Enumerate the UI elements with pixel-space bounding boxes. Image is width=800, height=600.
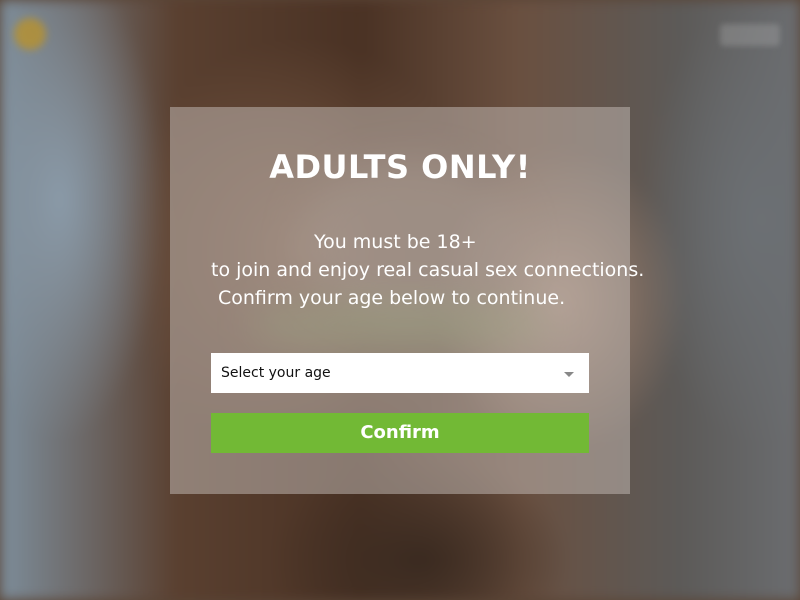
- age-requirement-text: You must be 18+: [314, 231, 477, 253]
- age-select-dropdown[interactable]: Select your age: [211, 353, 589, 393]
- age-gate-page: ADULTS ONLY! You must be 18+ to join and…: [0, 0, 800, 600]
- blurred-header-button: [720, 24, 780, 46]
- join-description-text: to join and enjoy real casual sex connec…: [211, 259, 645, 281]
- modal-title: ADULTS ONLY!: [269, 148, 531, 186]
- confirm-button[interactable]: Confirm: [211, 413, 589, 453]
- logo-icon: [14, 18, 46, 50]
- confirm-instruction-text: Confirm your age below to continue.: [218, 287, 566, 309]
- chevron-down-icon: [564, 372, 574, 377]
- age-select-value: Select your age: [221, 365, 331, 381]
